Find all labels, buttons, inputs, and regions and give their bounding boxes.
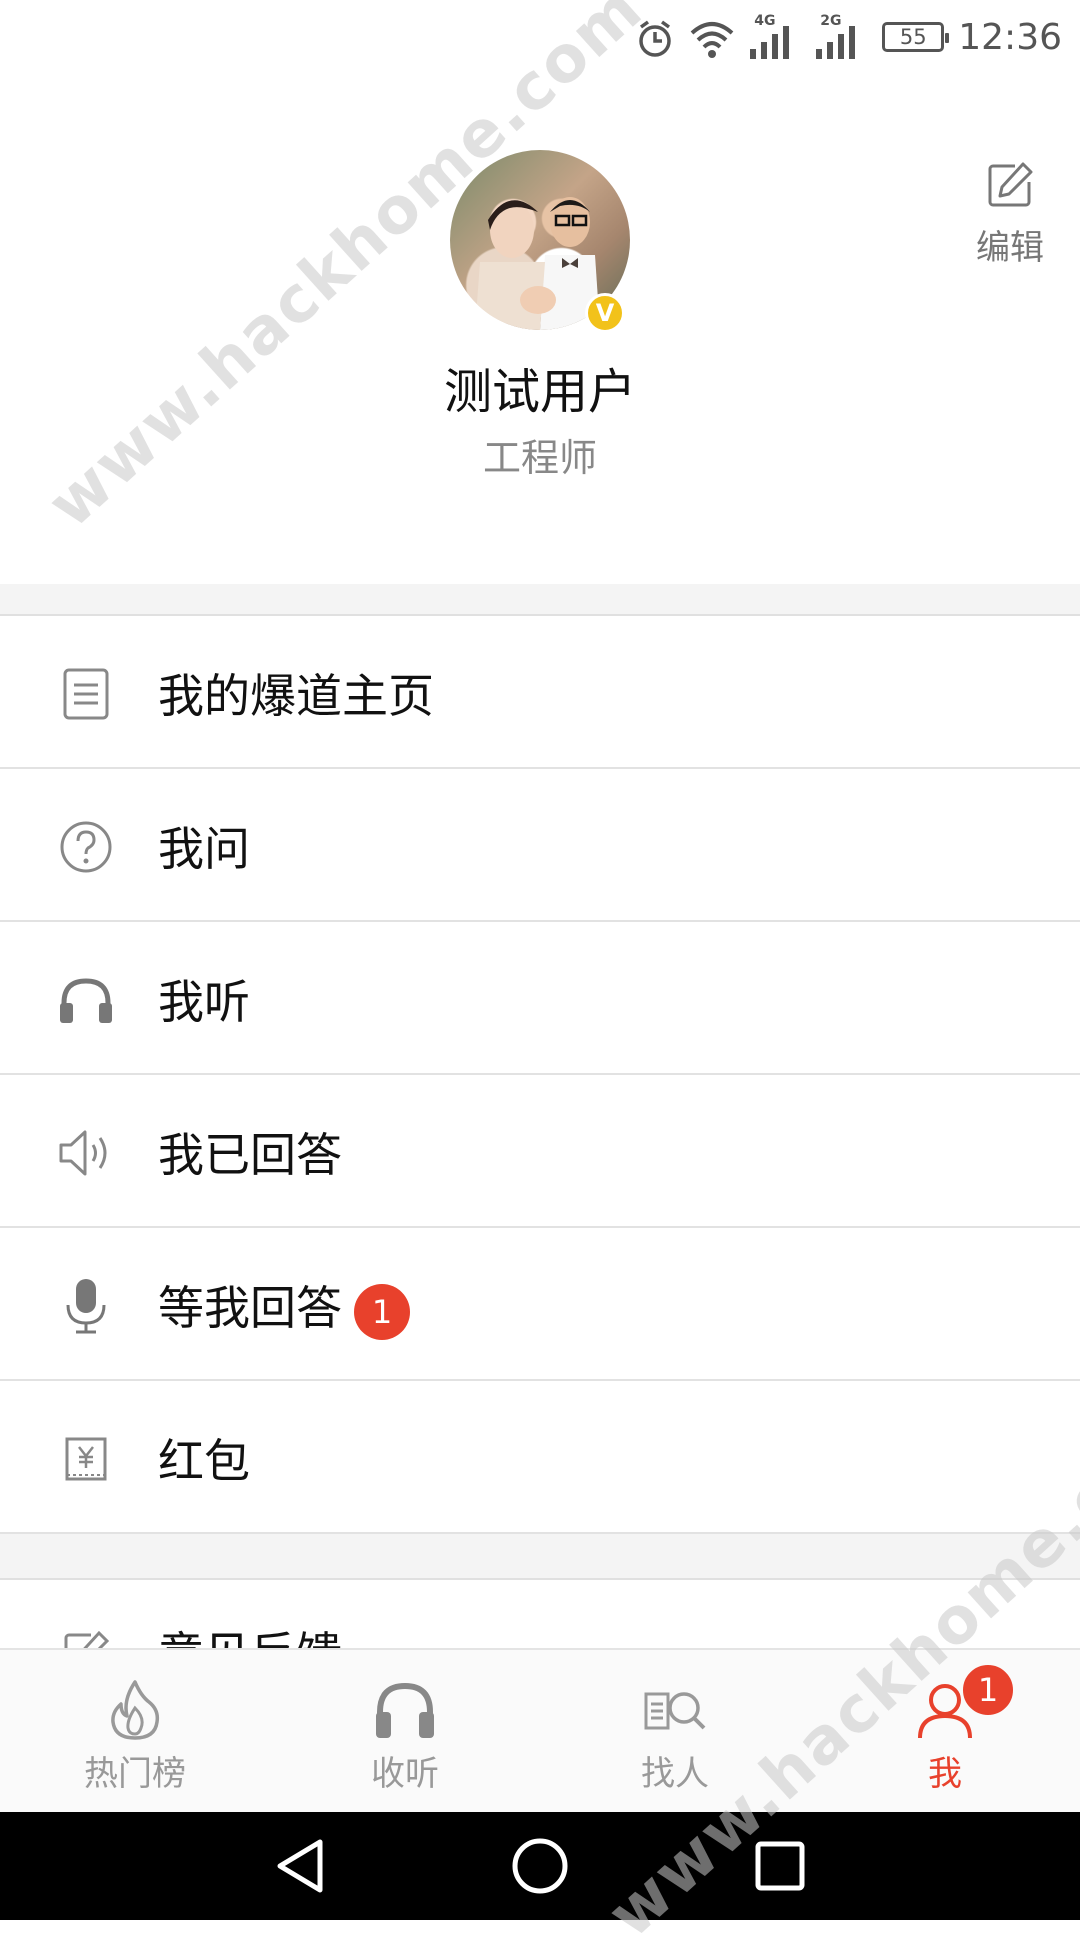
tab-label: 找人 xyxy=(641,1754,709,1794)
document-icon xyxy=(56,664,116,724)
speaker-icon xyxy=(56,1123,116,1183)
pencil-icon xyxy=(988,162,1033,207)
tab-me[interactable]: 我 1 xyxy=(810,1650,1080,1812)
tab-find-people[interactable]: 找人 xyxy=(540,1650,810,1812)
search-people-icon xyxy=(644,1692,706,1730)
profile-title: 工程师 xyxy=(482,436,597,480)
tab-hot-list[interactable]: 热门榜 xyxy=(0,1650,270,1812)
menu-item-red-envelope[interactable]: 红包 xyxy=(0,1381,1080,1534)
tab-label: 收听 xyxy=(371,1754,439,1794)
menu-item-label: 红包 xyxy=(158,1434,250,1488)
alarm-icon xyxy=(636,15,674,59)
profile-header: 编辑 测试用户 工程师 xyxy=(0,72,1080,584)
question-circle-icon xyxy=(56,817,116,877)
menu-item-label: 我问 xyxy=(158,822,250,876)
signal-icon: 4G xyxy=(750,13,802,59)
menu-item-pending-answers[interactable]: 等我回答 1 xyxy=(0,1228,1080,1381)
section-divider xyxy=(0,1534,1080,1580)
battery-icon: 55 xyxy=(882,22,950,52)
tab-listen[interactable]: 收听 xyxy=(270,1650,540,1812)
edit-profile-button[interactable]: 编辑 xyxy=(960,160,1060,269)
menu-item-answered[interactable]: 我已回答 xyxy=(0,1075,1080,1228)
network-type-1: 4G xyxy=(754,13,776,29)
status-bar: 4G 2G 55 12:36 xyxy=(0,0,1080,72)
notification-badge: 1 xyxy=(960,1662,1016,1718)
menu-item-feedback[interactable]: 意见反馈 xyxy=(0,1580,1080,1648)
battery-level: 55 xyxy=(899,25,927,49)
headphones-icon xyxy=(376,1682,434,1738)
menu-item-label-text: 等我回答 xyxy=(158,1281,342,1335)
section-divider xyxy=(0,584,1080,616)
headphones-icon xyxy=(56,970,116,1030)
signal-icon: 2G xyxy=(816,13,868,59)
flame-icon xyxy=(111,1680,160,1740)
edit-label: 编辑 xyxy=(976,228,1044,268)
edit-icon xyxy=(56,1624,116,1648)
profile-name: 测试用户 xyxy=(443,364,636,420)
menu-item-my-listens[interactable]: 我听 xyxy=(0,922,1080,1075)
menu-item-label: 等我回答 1 xyxy=(158,1272,410,1340)
home-circle-icon[interactable] xyxy=(505,1831,575,1901)
microphone-icon xyxy=(56,1276,116,1336)
menu-list: 我的爆道主页 我问 我听 我已回答 等我回答 1 红包 xyxy=(0,616,1080,1534)
recents-square-icon[interactable] xyxy=(745,1831,815,1901)
back-triangle-icon[interactable] xyxy=(265,1831,335,1901)
menu-item-label: 我已回答 xyxy=(158,1128,342,1182)
bottom-tab-bar: 热门榜 收听 找人 我 1 xyxy=(0,1648,1080,1812)
verified-badge: V xyxy=(585,293,625,333)
clock: 12:36 xyxy=(958,16,1062,58)
menu-item-my-questions[interactable]: 我问 xyxy=(0,769,1080,922)
tab-label: 我 xyxy=(928,1754,962,1794)
wifi-icon xyxy=(688,15,736,59)
notification-badge: 1 xyxy=(354,1283,410,1340)
menu-item-label: 我听 xyxy=(158,975,250,1029)
tab-label: 热门榜 xyxy=(84,1754,186,1794)
system-navigation-bar xyxy=(0,1812,1080,1920)
network-type-2: 2G xyxy=(820,13,842,29)
menu-item-label: 意见反馈 xyxy=(158,1618,342,1648)
status-icons: 4G 2G 55 12:36 xyxy=(636,8,1062,66)
menu-item-label: 我的爆道主页 xyxy=(158,669,434,723)
menu-item-homepage[interactable]: 我的爆道主页 xyxy=(0,616,1080,769)
red-envelope-icon xyxy=(56,1429,116,1489)
